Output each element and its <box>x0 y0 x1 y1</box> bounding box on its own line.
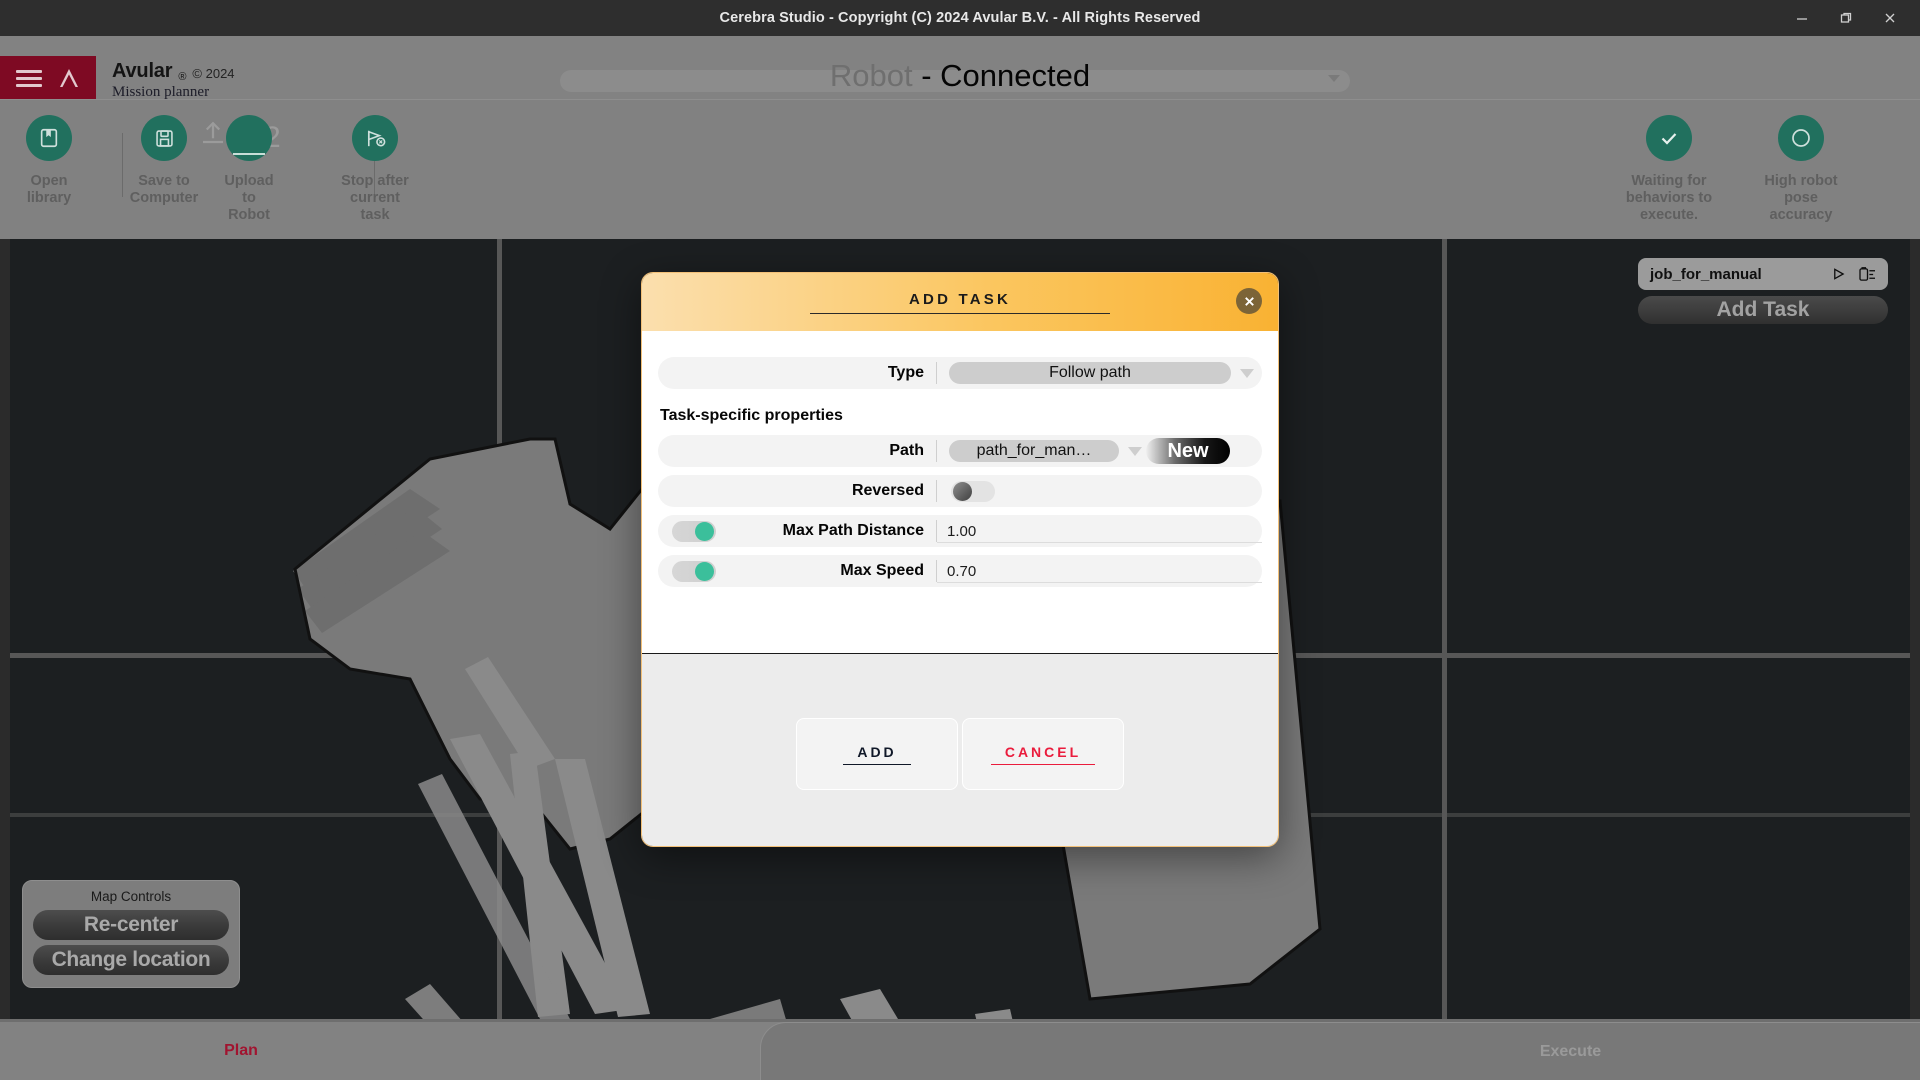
job-panel: job_for_manual Add Task <box>1638 258 1888 324</box>
close-icon[interactable] <box>1236 288 1262 314</box>
type-label: Type <box>887 364 924 381</box>
chevron-down-icon <box>1328 75 1340 82</box>
status-waiting-for-behaviors: Waiting for behaviors to execute. <box>1610 115 1728 224</box>
field-row-type: Type Follow path <box>658 357 1262 389</box>
toolbar-label: Open library <box>26 173 72 206</box>
field-row-reversed: Reversed <box>658 475 1262 507</box>
status-label: Waiting for behaviors to execute. <box>1625 173 1713 223</box>
map-controls-title: Map Controls <box>90 889 172 904</box>
compass-icon <box>1778 115 1824 161</box>
window-controls <box>1780 0 1912 36</box>
path-label: Path <box>889 442 924 459</box>
brand-block: Avular ® © 2024 Mission planner <box>112 60 235 101</box>
max-path-distance-label: Max Path Distance <box>782 522 924 539</box>
max-speed-input[interactable]: 0.70 <box>937 563 1262 583</box>
recenter-button[interactable]: Re-center <box>33 910 229 940</box>
tab-execute[interactable]: Execute <box>760 1022 1920 1080</box>
max-path-distance-input[interactable]: 1.00 <box>937 523 1262 543</box>
toolbar-label: Stop after current task <box>341 173 409 223</box>
brand-name: Avular <box>112 60 173 82</box>
toolbar-open-library[interactable]: Open library <box>0 115 108 207</box>
map-controls-panel: Map Controls Re-center Change location <box>22 880 240 988</box>
status-label: High robot pose accuracy <box>1764 173 1838 223</box>
add-button[interactable]: ADD <box>796 718 958 790</box>
close-icon[interactable] <box>1868 0 1912 36</box>
reversed-switch[interactable] <box>951 480 995 502</box>
tab-plan-label: Plan <box>224 1042 258 1059</box>
status-high-robot-pose-accuracy: High robot pose accuracy <box>1742 115 1860 224</box>
path-select-value: path_for_man… <box>976 442 1092 459</box>
minimize-icon[interactable] <box>1780 0 1824 36</box>
brand-copyright: © 2024 <box>192 66 235 81</box>
floppy-disk-icon <box>141 115 187 161</box>
add-task-dialog: ADD TASK Type Follow path Task-specific … <box>641 272 1279 847</box>
toolbar-upload-to-robot[interactable]: 2 Upload to Robot <box>190 115 308 224</box>
field-row-max-speed: Max Speed 0.70 <box>658 555 1262 587</box>
upload-icon <box>203 121 223 144</box>
cancel-button[interactable]: CANCEL <box>962 718 1124 790</box>
bottom-tab-bar: Plan Execute <box>0 1019 1920 1080</box>
main-toolbar: Open library Save to Computer 2 Upload t… <box>0 99 1920 239</box>
play-icon[interactable] <box>1832 267 1845 281</box>
book-icon <box>26 115 72 161</box>
change-location-button[interactable]: Change location <box>33 945 229 975</box>
dialog-title: ADD TASK <box>810 291 1110 314</box>
check-icon <box>1646 115 1692 161</box>
dialog-body: Type Follow path Task-specific propertie… <box>642 331 1278 653</box>
dialog-header: ADD TASK <box>642 273 1278 331</box>
section-title-task-properties: Task-specific properties <box>660 407 843 424</box>
new-path-button[interactable]: New <box>1146 438 1230 464</box>
flag-stop-icon <box>352 115 398 161</box>
avular-caret-logo-icon <box>60 69 78 87</box>
robot-selector[interactable] <box>560 70 1350 92</box>
chevron-down-icon[interactable] <box>1240 368 1254 378</box>
field-row-max-path-distance: Max Path Distance 1.00 <box>658 515 1262 547</box>
dialog-footer: ADD CANCEL <box>642 653 1278 846</box>
max-speed-label: Max Speed <box>840 562 924 579</box>
type-select-value: Follow path <box>1049 364 1131 381</box>
tab-execute-label: Execute <box>1539 1042 1602 1060</box>
add-task-button[interactable]: Add Task <box>1638 296 1888 324</box>
reversed-label: Reversed <box>851 482 924 499</box>
max-speed-enable-switch[interactable] <box>672 560 716 582</box>
chevron-down-icon[interactable] <box>1128 446 1142 456</box>
max-path-distance-enable-switch[interactable] <box>672 520 716 542</box>
upload-busy-spinner <box>226 115 272 161</box>
os-title-bar: Cerebra Studio - Copyright (C) 2024 Avul… <box>0 0 1920 36</box>
clipboard-list-icon[interactable] <box>1859 266 1876 282</box>
window-title: Cerebra Studio - Copyright (C) 2024 Avul… <box>719 10 1201 26</box>
cancel-button-label: CANCEL <box>990 744 1096 765</box>
maximize-icon[interactable] <box>1824 0 1868 36</box>
path-select[interactable]: path_for_man… <box>949 440 1119 462</box>
job-row[interactable]: job_for_manual <box>1638 258 1888 290</box>
brand-registered-mark: ® <box>178 71 187 83</box>
field-row-path: Path path_for_man… New <box>658 435 1262 467</box>
toolbar-stop-after-current-task[interactable]: Stop after current task <box>316 115 434 224</box>
type-select[interactable]: Follow path <box>949 362 1231 384</box>
job-name: job_for_manual <box>1650 265 1762 283</box>
menu-logo-block[interactable] <box>0 56 96 100</box>
toolbar-label: Upload to Robot <box>224 173 274 223</box>
hamburger-menu-icon[interactable] <box>16 69 42 87</box>
application-window: Cerebra Studio - Copyright (C) 2024 Avul… <box>0 0 1920 1080</box>
add-button-label: ADD <box>843 744 911 765</box>
